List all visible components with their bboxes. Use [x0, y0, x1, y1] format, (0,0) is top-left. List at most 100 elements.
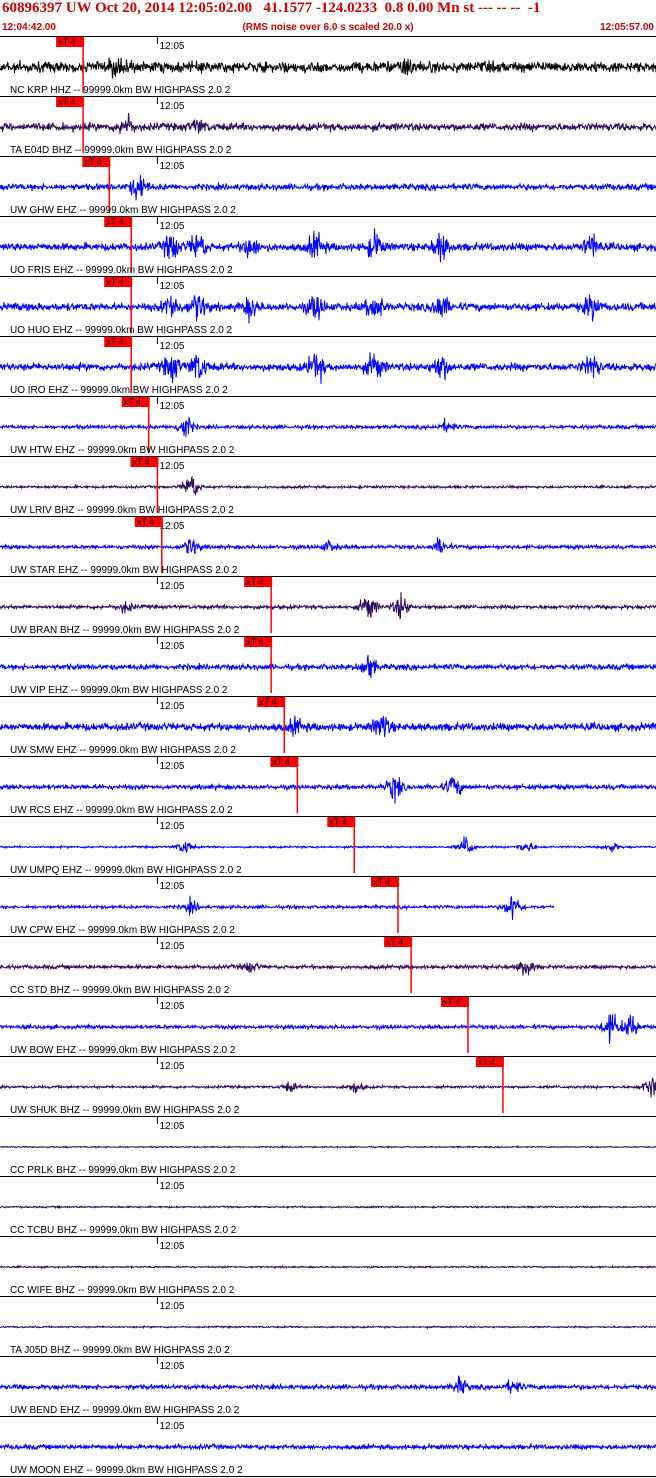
waveform-trace	[0, 895, 555, 921]
minute-tick-label: 12:05	[159, 581, 184, 592]
trace-row: 12:05 xT 4 UW VIP EHZ -- 99999.0km BW HIGH…	[0, 637, 656, 697]
minute-tick-label: 12:05	[159, 701, 184, 712]
trace-row: 12:05 xT 4 UW LRIV BHZ -- 99999.0km BW HIG…	[0, 457, 656, 517]
trace-row: 12:05 CC TCBU BHZ -- 99999.0km BW HIGHPAS…	[0, 1177, 656, 1237]
trace-row: 12:05 xT 4 UW UMPQ EHZ -- 99999.0km BW HIG…	[0, 817, 656, 877]
minute-tick-label: 12:05	[159, 821, 184, 832]
pick-label: xT 4	[58, 97, 75, 107]
waveform-trace	[0, 228, 656, 263]
waveform-trace	[0, 961, 656, 976]
station-label: UW SHUK BHZ -- 99999.0km BW HIGHPASS 2.0…	[10, 1105, 240, 1116]
station-label: TA E04D BHZ -- 99999.0km BW HIGHPASS 2.0…	[10, 145, 232, 156]
trace-row: 12:05 xT 4 UW CPW EHZ -- 99999.0km BW HIGH…	[0, 877, 656, 937]
station-label: UW RCS EHZ -- 99999.0km BW HIGHPASS 2.0 …	[10, 805, 233, 816]
plot-header: 60896397 UW Oct 20, 2014 12:05:02.00 41.…	[0, 0, 656, 37]
waveform-trace	[0, 1204, 656, 1210]
station-label: UW HTW EHZ -- 99999.0km BW HIGHPASS 2.0 …	[10, 445, 235, 456]
trace-row: 12:05 UW MOON EHZ -- 99999.0km BW HIGHPAS…	[0, 1417, 656, 1477]
station-label: UW GHW EHZ -- 99999.0km BW HIGHPASS 2.0 …	[10, 205, 236, 216]
station-label: CC PRLK BHZ -- 99999.0km BW HIGHPASS 2.0…	[10, 1165, 236, 1176]
pick-label: xT 4	[246, 637, 263, 647]
minute-tick-label: 12:05	[159, 1241, 184, 1252]
station-label: NC KRP HHZ -- 99999.0km BW HIGHPASS 2.0 …	[10, 85, 231, 96]
waveform-trace	[0, 1077, 656, 1098]
pick-label: xT 4	[272, 757, 289, 767]
waveform-trace	[0, 836, 656, 854]
trace-row: 12:05 xT 4 TA E04D BHZ -- 99999.0km BW HIG…	[0, 97, 656, 157]
minute-tick-label: 12:05	[159, 521, 184, 532]
waveform-trace	[0, 1144, 656, 1149]
station-label: UW VIP EHZ -- 99999.0km BW HIGHPASS 2.0 …	[10, 685, 228, 696]
minute-tick-label: 12:05	[159, 1301, 184, 1312]
waveform-trace	[0, 776, 656, 804]
minute-tick-label: 12:05	[159, 1361, 184, 1372]
station-label: UW BOW EHZ -- 99999.0km BW HIGHPASS 2.0 …	[10, 1045, 236, 1056]
minute-tick-label: 12:05	[159, 941, 184, 952]
station-label: UO HUO EHZ -- 99999.0km BW HIGHPASS 2.0 …	[10, 325, 233, 336]
trace-row: 12:05 xT 4 UW STAR EHZ -- 99999.0km BW HIG…	[0, 517, 656, 577]
station-label: CC WIFE BHZ -- 99999.0km BW HIGHPASS 2.0…	[10, 1285, 235, 1296]
minute-tick-label: 12:05	[159, 881, 184, 892]
trace-row: 12:05 xT 4 CC STD BHZ -- 99999.0km BW HIGH…	[0, 937, 656, 997]
minute-tick-label: 12:05	[159, 1061, 184, 1072]
waveform-trace	[0, 294, 656, 324]
station-label: UW UMPQ EHZ -- 99999.0km BW HIGHPASS 2.0…	[10, 865, 242, 876]
trace-row: 12:05 xT 4 UW BOW EHZ -- 99999.0km BW HIGH…	[0, 997, 656, 1057]
trace-row: 12:05 TA J05D BHZ -- 99999.0km BW HIGHPAS…	[0, 1297, 656, 1357]
seismogram-plot: 12:05xT 4NC KRP HHZ -- 99999.0km BW HIGH…	[0, 37, 656, 1477]
minute-tick-label: 12:05	[159, 1421, 184, 1432]
station-label: UW BRAN BHZ -- 99999.0km BW HIGHPASS 2.0…	[10, 625, 240, 636]
minute-tick-label: 12:05	[159, 1121, 184, 1132]
minute-tick-label: 12:05	[159, 641, 184, 652]
trace-row: 12:05 xT 4 UW SMW EHZ -- 99999.0km BW HIGH…	[0, 697, 656, 757]
station-label: UW SMW EHZ -- 99999.0km BW HIGHPASS 2.0 …	[10, 745, 236, 756]
pick-label: xT 4	[84, 157, 101, 167]
pick-label: xT 4	[246, 577, 263, 587]
trace-row: 12:05 xT 4 NC KRP HHZ -- 99999.0km BW HIGH…	[0, 37, 656, 97]
pick-label: xT 4	[106, 217, 123, 227]
trace-row: 12:05 CC WIFE BHZ -- 99999.0km BW HIGHPAS…	[0, 1237, 656, 1297]
pick-label: xT 4	[443, 997, 460, 1007]
minute-tick-label: 12:05	[159, 1181, 184, 1192]
station-label: UO FRIS EHZ -- 99999.0km BW HIGHPASS 2.0…	[10, 265, 233, 276]
waveform-trace	[0, 112, 656, 135]
pick-label: xT 4	[58, 37, 75, 47]
trace-row: 12:05 xT 4 UW RCS EHZ -- 99999.0km BW HIGH…	[0, 757, 656, 817]
waveform-trace	[0, 476, 656, 496]
waveform-trace	[0, 1375, 656, 1394]
minute-tick-label: 12:05	[159, 461, 184, 472]
station-label: UW CPW EHZ -- 99999.0km BW HIGHPASS 2.0 …	[10, 925, 235, 936]
minute-tick-label: 12:05	[159, 221, 184, 232]
pick-label: xT 4	[329, 817, 346, 827]
waveform-trace	[0, 1264, 656, 1270]
waveform-trace	[0, 416, 656, 438]
station-label: UW LRIV BHZ -- 99999.0km BW HIGHPASS 2.0…	[10, 505, 234, 516]
trace-row: 12:05 CC PRLK BHZ -- 99999.0km BW HIGHPAS…	[0, 1117, 656, 1177]
pick-label: xT 4	[259, 697, 276, 707]
waveform-trace	[0, 1442, 656, 1452]
waveform-trace	[0, 715, 656, 738]
trace-row: 12:05 xT 4 UO IRO EHZ -- 99999.0km BW HIGH…	[0, 337, 656, 397]
trace-row: 12:05 xT 4 UW BRAN BHZ -- 99999.0km BW HIG…	[0, 577, 656, 637]
minute-tick-label: 12:05	[159, 101, 184, 112]
station-label: UW STAR EHZ -- 99999.0km BW HIGHPASS 2.0…	[10, 565, 238, 576]
trace-row: 12:05 xT 4 UO FRIS EHZ -- 99999.0km BW HIG…	[0, 217, 656, 277]
waveform-trace	[0, 1013, 656, 1045]
pick-label: xT 4	[478, 1057, 495, 1067]
minute-tick-label: 12:05	[159, 1001, 184, 1012]
station-label: CC TCBU BHZ -- 99999.0km BW HIGHPASS 2.0…	[10, 1225, 237, 1236]
pick-label: xT 4	[132, 457, 149, 467]
waveform-trace	[0, 352, 656, 384]
waveform-trace	[0, 654, 656, 679]
station-label: UO IRO EHZ -- 99999.0km BW HIGHPASS 2.0 …	[10, 385, 228, 396]
station-label: UW BEND EHZ -- 99999.0km BW HIGHPASS 2.0…	[10, 1405, 240, 1416]
minute-tick-label: 12:05	[159, 401, 184, 412]
trace-row: 12:05 xT 4 UO HUO EHZ -- 99999.0km BW HIGH…	[0, 277, 656, 337]
waveform-trace	[0, 1324, 656, 1330]
waveform-trace	[0, 175, 656, 201]
pick-label: xT 4	[373, 877, 390, 887]
station-label: UW MOON EHZ -- 99999.0km BW HIGHPASS 2.0…	[10, 1465, 243, 1476]
waveform-trace	[0, 592, 656, 620]
event-title: 60896397 UW Oct 20, 2014 12:05:02.00 41.…	[2, 0, 541, 16]
pick-label: xT 4	[386, 937, 403, 947]
